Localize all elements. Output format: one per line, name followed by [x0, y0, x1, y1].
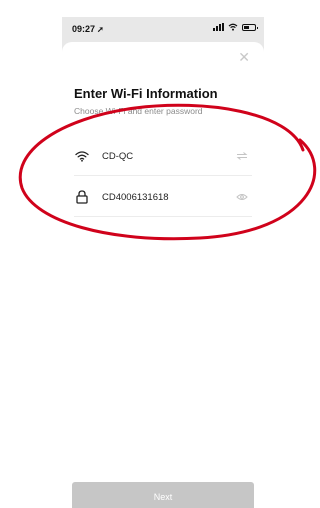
wifi-status-icon [228, 23, 238, 31]
divider [74, 175, 252, 176]
status-bar: 09:27 ➚ [62, 17, 264, 41]
page-subtitle: Choose Wi-Fi and enter password [74, 106, 203, 116]
divider [74, 216, 252, 217]
status-icons [213, 23, 258, 31]
wifi-network-name: CD-QC [102, 150, 134, 162]
wifi-network-field[interactable]: CD-QC [74, 141, 252, 171]
status-time: 09:27 ➚ [72, 24, 104, 34]
cellular-signal-icon [213, 23, 224, 31]
battery-icon [242, 23, 258, 31]
wifi-sheet: ✕ Enter Wi-Fi Information Choose Wi-Fi a… [62, 42, 264, 508]
lock-icon [74, 189, 90, 205]
close-icon[interactable]: ✕ [238, 50, 250, 64]
password-field[interactable]: CD4006131618 [74, 182, 252, 212]
page-title: Enter Wi-Fi Information [74, 86, 218, 101]
eye-icon[interactable] [236, 191, 248, 203]
next-button[interactable]: Next [72, 482, 254, 508]
password-value: CD4006131618 [102, 191, 169, 203]
switch-network-icon[interactable] [236, 150, 248, 162]
wifi-icon [74, 148, 90, 164]
clock: 09:27 [72, 24, 96, 34]
phone-screen: 09:27 ➚ ✕ Enter Wi-Fi Information Choose … [62, 17, 264, 508]
location-arrow-icon: ➚ [97, 25, 104, 34]
